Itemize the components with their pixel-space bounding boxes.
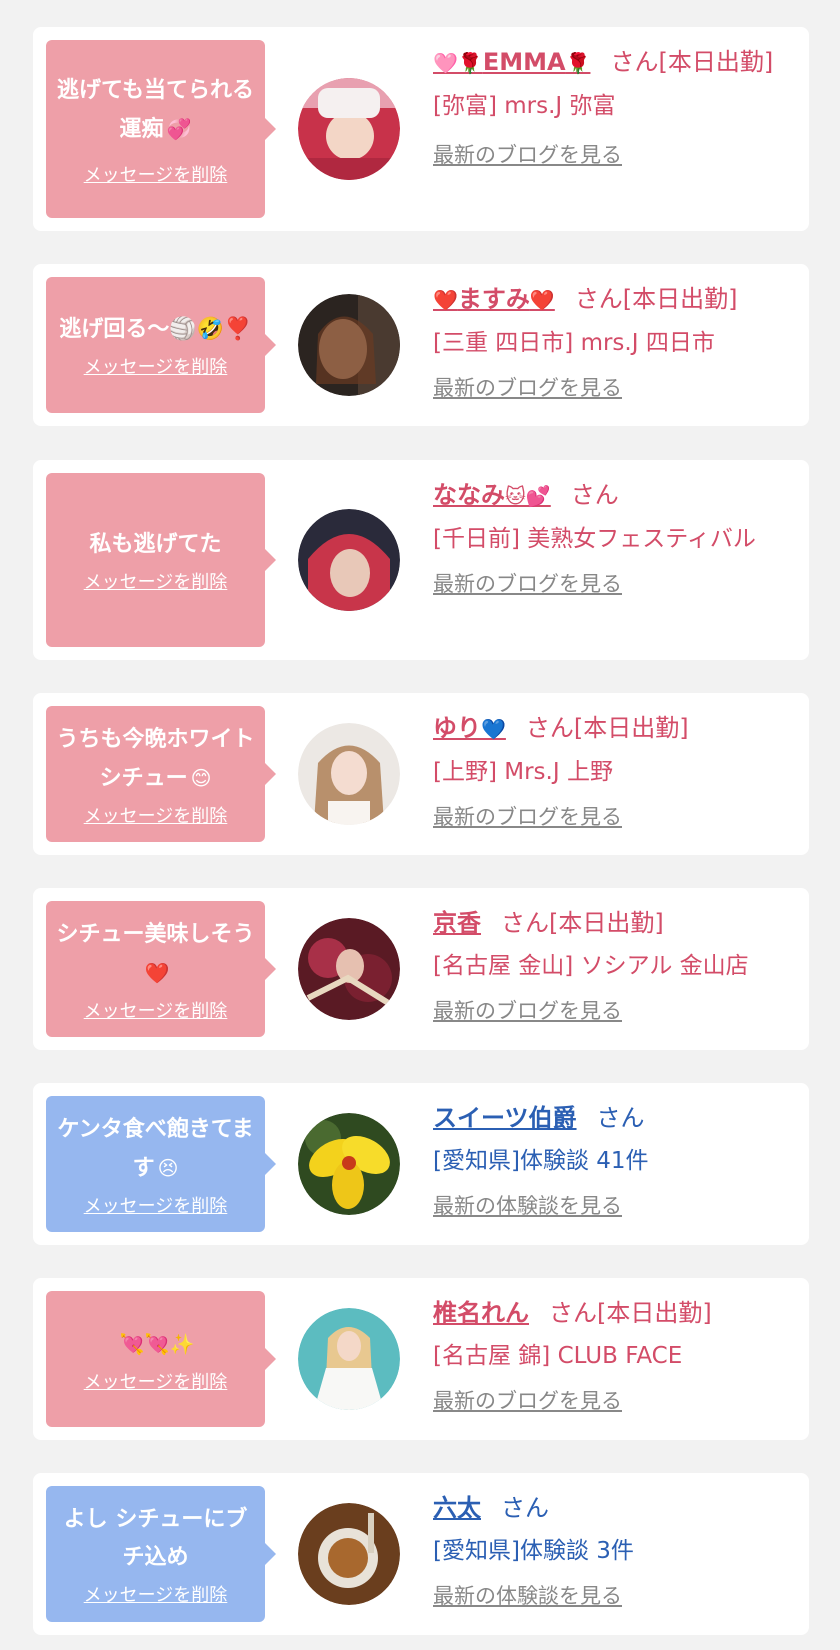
message-card: 逃げても当てられる運痴 💞 メッセージを削除 🩷🌹EMMA🌹 さん[本日出勤] [弥… (33, 27, 809, 231)
heart-icon: ❤️ (144, 960, 170, 985)
latest-blog-link[interactable]: 最新のブログを見る (433, 996, 622, 1026)
cat-icon: 🐱💕 (505, 484, 551, 508)
message-text: 💘💘✨ (117, 1325, 195, 1364)
user-avatar[interactable] (298, 1113, 400, 1215)
message-text: うちも今晩ホワイトシチュー 😊 (56, 726, 255, 791)
message-list: 逃げても当てられる運痴 💞 メッセージを削除 🩷🌹EMMA🌹 さん[本日出勤] [弥… (0, 0, 840, 1650)
message-text: ケンタ食べ飽きてます 😣 (57, 1116, 254, 1181)
shop-name: [千日前] 美熟女フェスティバル (433, 526, 756, 552)
user-avatar[interactable] (298, 509, 400, 611)
message-card: 💘💘✨ メッセージを削除 椎名れん さん[本日出勤] [名古屋 錦] CLUB F… (33, 1278, 809, 1440)
user-name-link[interactable]: ❤️ますみ❤️ (433, 285, 555, 313)
user-info: ゆり💙 さん[本日出勤] [上野] Mrs.J 上野 最新のブログを見る (433, 707, 791, 832)
message-text: よし シチューにブチ込め (63, 1507, 248, 1570)
shop-name: [名古屋 金山] ソシアル 金山店 (433, 953, 749, 979)
user-status: さん (596, 1104, 645, 1132)
shop-name: [三重 四日市] mrs.J 四日市 (433, 330, 715, 356)
delete-message-button[interactable]: メッセージを削除 (84, 1192, 228, 1218)
shop-name: [愛知県]体験談 41件 (433, 1148, 649, 1174)
user-info: スイーツ伯爵 さん [愛知県]体験談 41件 最新の体験談を見る (433, 1097, 791, 1221)
user-info: 京香 さん[本日出勤] [名古屋 金山] ソシアル 金山店 最新のブログを見る (433, 902, 791, 1026)
message-card: シチュー美味しそう❤️ メッセージを削除 京香 さん[本日出勤] [名古屋 金山]… (33, 888, 809, 1050)
latest-blog-link[interactable]: 最新のブログを見る (433, 802, 622, 832)
user-avatar[interactable] (298, 78, 400, 180)
user-status: さん[本日出勤] (501, 909, 664, 937)
message-bubble: 私も逃げてた メッセージを削除 (46, 473, 276, 647)
heart-icon: ❤️ (529, 288, 555, 312)
user-name-link[interactable]: 椎名れん (433, 1299, 529, 1327)
user-info: 椎名れん さん[本日出勤] [名古屋 錦] CLUB FACE 最新のブログを見る (433, 1292, 791, 1416)
shop-name: [名古屋 錦] CLUB FACE (433, 1343, 683, 1369)
user-name-link[interactable]: 🩷🌹EMMA🌹 (433, 48, 590, 76)
delete-message-button[interactable]: メッセージを削除 (84, 1581, 228, 1607)
user-info: ❤️ますみ❤️ さん[本日出勤] [三重 四日市] mrs.J 四日市 最新のブロ… (433, 278, 791, 403)
user-avatar[interactable] (298, 1503, 400, 1605)
user-info: ななみ🐱💕 さん [千日前] 美熟女フェスティバル 最新のブログを見る (433, 474, 791, 599)
user-name-link[interactable]: 京香 (433, 909, 481, 937)
message-card: よし シチューにブチ込め メッセージを削除 六太 さん [愛知県]体験談 3件 最… (33, 1473, 809, 1635)
frown-icon: 😣 (157, 1155, 179, 1180)
user-avatar[interactable] (298, 918, 400, 1020)
user-avatar[interactable] (298, 1308, 400, 1410)
latest-review-link[interactable]: 最新の体験談を見る (433, 1581, 622, 1611)
latest-blog-link[interactable]: 最新のブログを見る (433, 569, 622, 599)
message-bubble: ケンタ食べ飽きてます 😣 メッセージを削除 (46, 1096, 276, 1232)
hearts-sparkles-icon: 💘💘✨ (119, 1331, 195, 1356)
heart-icon: ❤️ (433, 288, 458, 312)
smile-icon: 😊 (190, 765, 212, 790)
shop-name: [上野] Mrs.J 上野 (433, 759, 613, 785)
user-status: さん[本日出勤] (549, 1299, 712, 1327)
name-prefix-icons: 🩷🌹 (433, 51, 483, 75)
user-avatar[interactable] (298, 723, 400, 825)
latest-blog-link[interactable]: 最新のブログを見る (433, 140, 622, 170)
message-bubble: 逃げ回る〜🏐🤣❣️ メッセージを削除 (46, 277, 276, 413)
message-text: 逃げても当てられる運痴 💞 (57, 77, 254, 142)
message-card: 私も逃げてた メッセージを削除 ななみ🐱💕 さん [千日前] 美熟女フェスティバル… (33, 460, 809, 660)
latest-blog-link[interactable]: 最新のブログを見る (433, 373, 622, 403)
message-card: ケンタ食べ飽きてます 😣 メッセージを削除 スイーツ伯爵 さん [愛知県]体験談 4… (33, 1083, 809, 1245)
message-bubble: よし シチューにブチ込め メッセージを削除 (46, 1486, 276, 1622)
latest-review-link[interactable]: 最新の体験談を見る (433, 1191, 622, 1221)
delete-message-button[interactable]: メッセージを削除 (84, 997, 228, 1023)
delete-message-button[interactable]: メッセージを削除 (84, 1368, 228, 1394)
user-name-link[interactable]: スイーツ伯爵 (433, 1104, 577, 1132)
message-emoji: 💞 (166, 116, 192, 141)
user-info: 🩷🌹EMMA🌹 さん[本日出勤] [弥富] mrs.J 弥富 最新のブログを見る (433, 41, 791, 170)
user-status: さん[本日出勤] (574, 285, 738, 313)
delete-message-button[interactable]: メッセージを削除 (84, 802, 228, 828)
shop-name: [弥富] mrs.J 弥富 (433, 93, 616, 119)
message-text: 逃げ回る〜🏐🤣❣️ (59, 317, 252, 342)
message-bubble: シチュー美味しそう❤️ メッセージを削除 (46, 901, 276, 1037)
user-avatar[interactable] (298, 294, 400, 396)
user-status: さん (570, 481, 619, 509)
shop-name: [愛知県]体験談 3件 (433, 1538, 634, 1564)
rose-icon: 🌹 (565, 51, 591, 75)
user-name-link[interactable]: 六太 (433, 1494, 481, 1522)
user-info: 六太 さん [愛知県]体験談 3件 最新の体験談を見る (433, 1487, 791, 1611)
message-card: うちも今晩ホワイトシチュー 😊 メッセージを削除 ゆり💙 さん[本日出勤] [上野]… (33, 693, 809, 855)
message-card: 逃げ回る〜🏐🤣❣️ メッセージを削除 ❤️ますみ❤️ さん[本日出勤] [三重 四… (33, 264, 809, 426)
message-text: シチュー美味しそう❤️ (56, 921, 255, 985)
message-bubble: うちも今晩ホワイトシチュー 😊 メッセージを削除 (46, 706, 276, 842)
delete-message-button[interactable]: メッセージを削除 (84, 161, 228, 187)
user-status: さん[本日出勤] (610, 48, 774, 76)
latest-blog-link[interactable]: 最新のブログを見る (433, 1386, 622, 1416)
message-bubble: 💘💘✨ メッセージを削除 (46, 1291, 276, 1427)
delete-message-button[interactable]: メッセージを削除 (84, 353, 228, 379)
message-bubble: 逃げても当てられる運痴 💞 メッセージを削除 (46, 40, 276, 218)
user-name-link[interactable]: ななみ🐱💕 (433, 481, 551, 509)
message-text: 私も逃げてた (89, 532, 222, 557)
blue-heart-icon: 💙 (481, 717, 506, 741)
delete-message-button[interactable]: メッセージを削除 (84, 568, 228, 594)
user-status: さん (501, 1494, 549, 1522)
user-name-link[interactable]: ゆり💙 (433, 714, 506, 742)
user-status: さん[本日出勤] (525, 714, 689, 742)
